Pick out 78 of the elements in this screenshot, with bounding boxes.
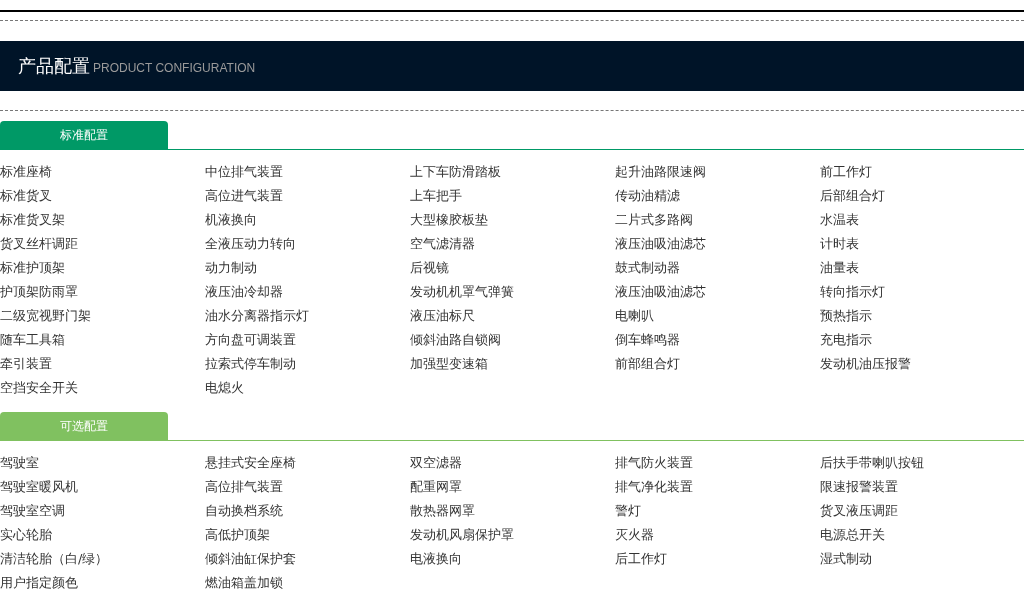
config-item: 排气防火装置 — [615, 454, 694, 472]
config-item: 自动换档系统 — [205, 502, 284, 520]
config-item: 发动机油压报警 — [820, 355, 912, 373]
config-item: 液压油标尺 — [410, 307, 476, 325]
config-item: 中位排气装置 — [205, 163, 284, 181]
config-item: 标准座椅 — [0, 163, 53, 181]
config-item: 充电指示 — [820, 331, 873, 349]
config-item: 二级宽视野门架 — [0, 307, 92, 325]
config-item: 预热指示 — [820, 307, 873, 325]
config-item: 限速报警装置 — [820, 478, 899, 496]
config-item: 清洁轮胎（白/绿） — [0, 550, 110, 568]
config-item: 全液压动力转向 — [205, 235, 297, 253]
config-item: 二片式多路阀 — [615, 211, 694, 229]
config-item: 倒车蜂鸣器 — [615, 331, 681, 349]
config-item: 鼓式制动器 — [615, 259, 681, 277]
config-item: 驾驶室暖风机 — [0, 478, 79, 496]
config-item: 水温表 — [820, 211, 860, 229]
config-item: 加强型变速箱 — [410, 355, 489, 373]
config-item: 计时表 — [820, 235, 860, 253]
config-item: 动力制动 — [205, 259, 258, 277]
config-item: 大型橡胶板垫 — [410, 211, 489, 229]
config-item: 湿式制动 — [820, 550, 873, 568]
config-item: 随车工具箱 — [0, 331, 66, 349]
config-item: 电源总开关 — [820, 526, 886, 544]
config-item: 悬挂式安全座椅 — [205, 454, 297, 472]
config-item: 后视镜 — [410, 259, 450, 277]
config-item: 后工作灯 — [615, 550, 668, 568]
config-item: 液压油吸油滤芯 — [615, 235, 707, 253]
config-item: 倾斜油路自锁阀 — [410, 331, 502, 349]
page-subtitle: PRODUCT CONFIGURATION — [93, 60, 256, 75]
config-item: 散热器网罩 — [410, 502, 476, 520]
config-item: 后扶手带喇叭按钮 — [820, 454, 925, 472]
config-item: 警灯 — [615, 502, 642, 520]
config-item: 倾斜油缸保护套 — [205, 550, 297, 568]
config-item: 上车把手 — [410, 187, 463, 205]
page-title: 产品配置 — [18, 54, 90, 78]
config-item: 标准护顶架 — [0, 259, 66, 277]
section-tab[interactable]: 可选配置 — [0, 412, 168, 440]
config-item: 上下车防滑踏板 — [410, 163, 502, 181]
config-item: 双空滤器 — [410, 454, 463, 472]
config-item: 高低护顶架 — [205, 526, 271, 544]
config-item: 用户指定颜色 — [0, 574, 79, 590]
config-item: 油量表 — [820, 259, 860, 277]
config-item: 护顶架防雨罩 — [0, 283, 79, 301]
config-item: 标准货叉架 — [0, 211, 66, 229]
config-item: 驾驶室空调 — [0, 502, 66, 520]
config-item: 高位排气装置 — [205, 478, 284, 496]
config-item: 拉索式停车制动 — [205, 355, 297, 373]
config-item: 标准货叉 — [0, 187, 53, 205]
config-item: 转向指示灯 — [820, 283, 886, 301]
config-item: 起升油路限速阀 — [615, 163, 707, 181]
config-item: 空气滤清器 — [410, 235, 476, 253]
config-item: 前部组合灯 — [615, 355, 681, 373]
config-item: 发动机机罩气弹簧 — [410, 283, 515, 301]
config-item: 机液换向 — [205, 211, 258, 229]
config-item: 电喇叭 — [615, 307, 655, 325]
config-item: 驾驶室 — [0, 454, 40, 472]
config-item: 灭火器 — [615, 526, 655, 544]
config-item: 实心轮胎 — [0, 526, 53, 544]
config-item: 牵引装置 — [0, 355, 53, 373]
config-item: 液压油吸油滤芯 — [615, 283, 707, 301]
config-item: 后部组合灯 — [820, 187, 886, 205]
config-item: 传动油精滤 — [615, 187, 681, 205]
config-item: 电熄火 — [205, 379, 245, 397]
config-item: 高位进气装置 — [205, 187, 284, 205]
section-tab[interactable]: 标准配置 — [0, 121, 168, 149]
config-item: 配重网罩 — [410, 478, 463, 496]
config-item: 液压油冷却器 — [205, 283, 284, 301]
config-item: 货叉丝杆调距 — [0, 235, 79, 253]
config-item: 前工作灯 — [820, 163, 873, 181]
config-item: 排气净化装置 — [615, 478, 694, 496]
config-item: 空挡安全开关 — [0, 379, 79, 397]
config-item: 方向盘可调装置 — [205, 331, 297, 349]
config-item: 燃油箱盖加锁 — [205, 574, 284, 590]
config-item: 电液换向 — [410, 550, 463, 568]
config-item: 货叉液压调距 — [820, 502, 899, 520]
config-item: 发动机风扇保护罩 — [410, 526, 515, 544]
config-item: 油水分离器指示灯 — [205, 307, 310, 325]
